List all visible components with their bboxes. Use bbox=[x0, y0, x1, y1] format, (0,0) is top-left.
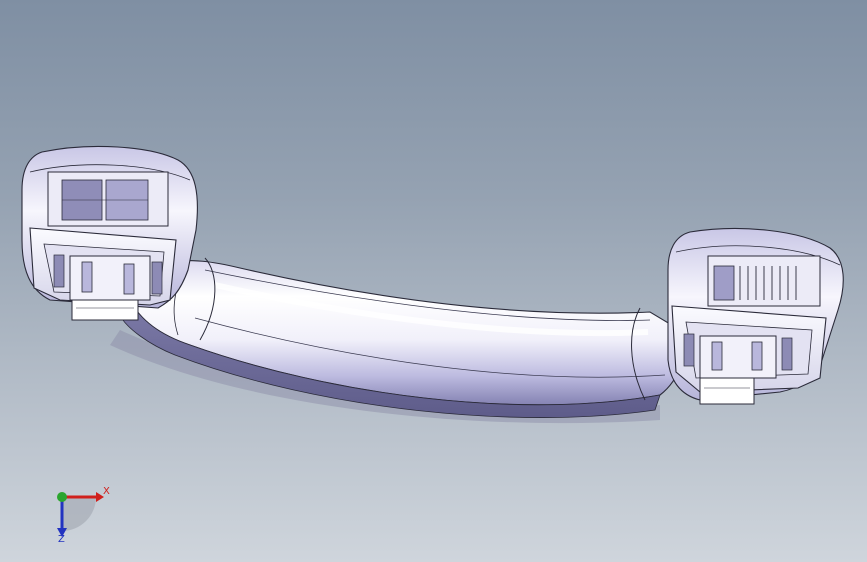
right-mouthpiece[interactable] bbox=[667, 227, 844, 405]
left-latch-tab bbox=[71, 299, 139, 321]
orientation-triad[interactable]: X Z bbox=[57, 486, 110, 545]
right-side-notch-b bbox=[781, 337, 793, 371]
left-side-notch-b bbox=[151, 261, 163, 295]
right-latch-pin-a bbox=[711, 341, 723, 371]
right-latch bbox=[699, 335, 777, 379]
left-latch-pin-b bbox=[123, 263, 135, 295]
triad-quarter-disc bbox=[62, 497, 96, 531]
triad-z-label: Z bbox=[58, 534, 65, 545]
left-earpiece[interactable] bbox=[21, 145, 198, 321]
handset-model[interactable]: X Z bbox=[0, 0, 867, 562]
triad-x-label: X bbox=[103, 486, 110, 497]
triad-y-axis bbox=[57, 492, 67, 502]
right-latch-tab bbox=[699, 377, 755, 405]
cad-viewport[interactable]: X Z bbox=[0, 0, 867, 562]
left-side-notch-a bbox=[53, 254, 65, 288]
right-grille-socket bbox=[713, 265, 735, 301]
left-latch-pin-a bbox=[81, 261, 93, 293]
right-side-notch-a bbox=[683, 333, 695, 367]
right-latch-pin-b bbox=[751, 341, 763, 371]
